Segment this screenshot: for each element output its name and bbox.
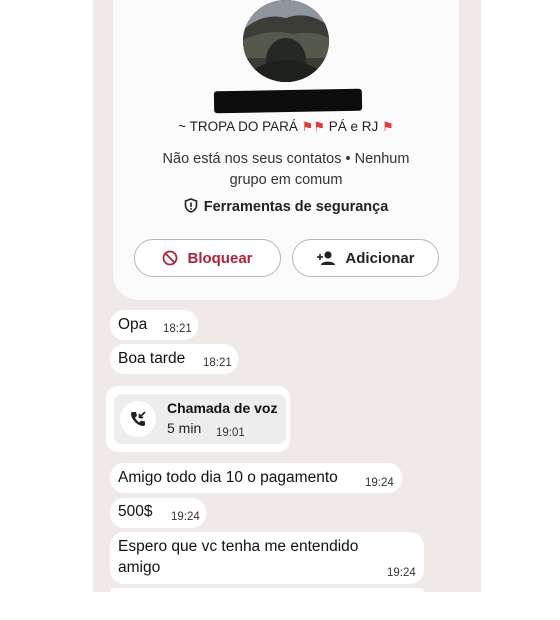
add-contact-button[interactable]: Adicionar bbox=[292, 239, 439, 277]
message-bubble[interactable]: Boa tarde 18:21 bbox=[110, 344, 238, 374]
message-bubble[interactable]: Amigo todo dia 10 o pagamento 19:24 bbox=[110, 463, 402, 493]
message-text-line-2: amigo bbox=[118, 559, 161, 576]
status-text-suffix: PÁ e RJ bbox=[328, 119, 379, 134]
message-text: Amigo todo dia 10 o pagamento bbox=[118, 469, 338, 486]
message-bubble[interactable]: 500$ 19:24 bbox=[110, 498, 206, 528]
message-bubble[interactable]: Espero que vc tenha me entendido amigo 1… bbox=[110, 532, 424, 584]
security-label: Ferramentas de segurança bbox=[203, 199, 389, 215]
red-flag-icon: ⚑⚑ bbox=[301, 119, 326, 134]
message-time: 19:24 bbox=[171, 511, 200, 523]
call-duration: 5 min bbox=[167, 420, 202, 436]
block-icon bbox=[163, 250, 178, 266]
block-label: Bloquear bbox=[187, 249, 253, 267]
voice-call-card: Chamada de voz 5 min 19:01 bbox=[114, 394, 286, 444]
message-text: Boa tarde bbox=[118, 350, 186, 367]
add-label: Adicionar bbox=[345, 249, 415, 267]
contact-status: ~ TROPA DO PARÁ ⚑⚑ PÁ e RJ ⚑ bbox=[113, 119, 459, 135]
info-line-2: grupo em comum bbox=[229, 172, 343, 188]
contact-info-text: Não está nos seus contatos • Nenhum grup… bbox=[140, 149, 432, 191]
avatar[interactable] bbox=[243, 0, 329, 82]
red-flag-icon: ⚑ bbox=[382, 119, 394, 134]
info-line-1: Não está nos seus contatos • Nenhum bbox=[162, 151, 410, 167]
block-button[interactable]: Bloquear bbox=[134, 239, 281, 277]
message-bubble[interactable]: Opa 18:21 bbox=[110, 310, 198, 340]
message-time: 18:21 bbox=[203, 357, 232, 369]
message-time: 19:01 bbox=[216, 427, 245, 439]
status-text: ~ TROPA DO PARÁ bbox=[178, 119, 298, 134]
message-text: 500$ bbox=[118, 503, 153, 520]
voice-call-message[interactable]: Chamada de voz 5 min 19:01 bbox=[106, 386, 290, 452]
security-tools-link[interactable]: Ferramentas de segurança bbox=[113, 198, 459, 215]
next-message-bubble-partial bbox=[110, 588, 424, 592]
incoming-call-icon bbox=[120, 401, 156, 437]
shield-icon bbox=[184, 198, 198, 213]
message-time: 18:21 bbox=[163, 323, 192, 335]
message-text-line-1: Espero que vc tenha me entendido bbox=[118, 538, 359, 555]
message-text: Opa bbox=[118, 316, 148, 333]
call-title: Chamada de voz bbox=[167, 400, 278, 416]
add-person-icon bbox=[317, 251, 336, 265]
message-time: 19:24 bbox=[387, 567, 416, 579]
message-time: 19:24 bbox=[365, 477, 394, 489]
redacted-contact-name bbox=[213, 88, 363, 114]
